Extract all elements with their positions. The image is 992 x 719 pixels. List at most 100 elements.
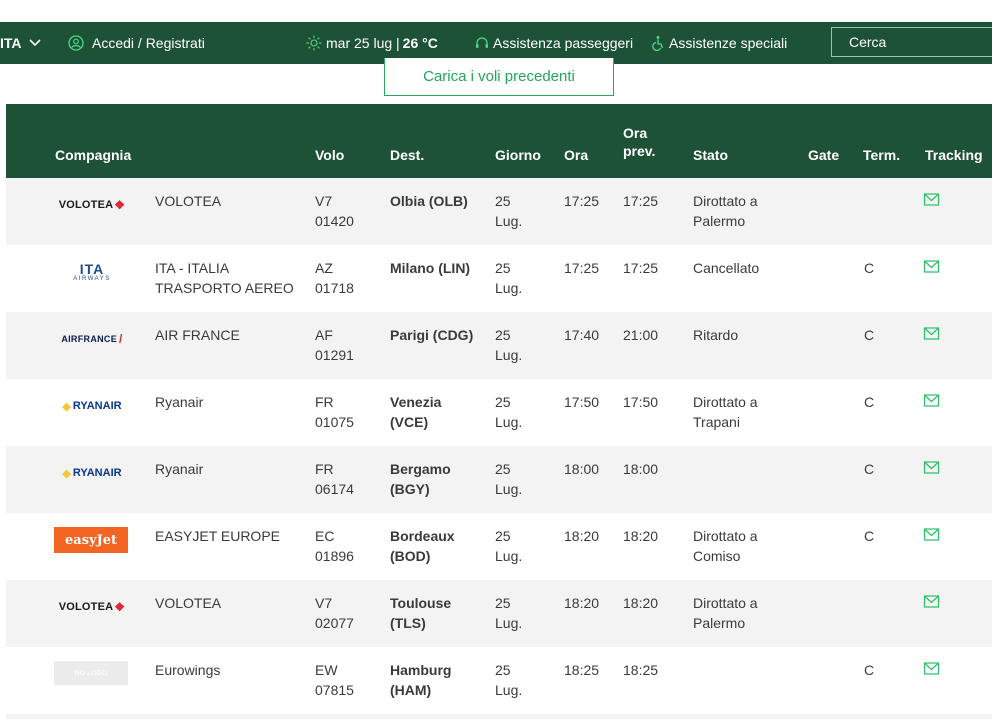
table-row[interactable]: AIRFRANCE / AIR FRANCE AF 01291 Parigi (CD…: [6, 312, 992, 379]
table-row[interactable]: ITA AIRWAYS ITA - ITALIA TRASPORTO AEREO A…: [6, 245, 992, 312]
tracking-icon[interactable]: [923, 259, 941, 280]
flight-day: 25 Lug.: [495, 260, 523, 296]
flight-status: Dirottato a Comiso: [693, 528, 758, 564]
col-status: Stato: [693, 147, 728, 163]
language-selector[interactable]: ITA: [0, 22, 42, 64]
flight-day: 25 Lug.: [495, 461, 523, 497]
table-row[interactable]: VOLOTEA ❖ VOLOTEA V7 01420 Olbia (OLB) 25 L…: [6, 178, 992, 245]
terminal: C: [864, 327, 875, 343]
user-icon: [68, 35, 84, 51]
flight-day: 25 Lug.: [495, 327, 523, 363]
table-row[interactable]: ◆ RYANAIR Ryanair FR 06174 Bergamo (BGY) 25…: [6, 446, 992, 513]
flight-number: FR 01075: [315, 394, 354, 430]
language-label: ITA: [0, 35, 22, 51]
flight-status: Dirottato a Trapani: [693, 394, 758, 430]
scheduled-time: 17:50: [564, 394, 600, 410]
airline-logo: easyJet: [54, 527, 128, 553]
table-row[interactable]: ◆ RYANAIR Ryanair FR 01075 Venezia (VCE) 25…: [6, 379, 992, 446]
flight-number: EC 01896: [315, 528, 354, 564]
col-expected: Ora prev.: [623, 124, 655, 160]
destination: Toulouse (TLS): [390, 595, 452, 631]
scheduled-time: 18:00: [564, 461, 600, 477]
expected-time: 17:25: [623, 193, 659, 209]
terminal: C: [864, 461, 875, 477]
scheduled-time: 17:25: [564, 193, 600, 209]
tracking-icon[interactable]: [923, 460, 941, 481]
destination: Olbia (OLB): [390, 193, 468, 209]
accessibility-icon: [652, 36, 664, 51]
expected-time: 17:50: [623, 394, 659, 410]
table-row[interactable]: VOLOTEA ❖ VOLOTEA V7 02077 Toulouse (TLS) 2…: [6, 580, 992, 647]
flight-number: AZ 01718: [315, 260, 354, 296]
terminal: C: [864, 528, 875, 544]
destination: Hamburg (HAM): [390, 662, 452, 698]
airline-logo: VOLOTEA ❖: [58, 600, 126, 614]
flight-number: AF 01291: [315, 327, 354, 363]
terminal: C: [864, 662, 875, 678]
table-row[interactable]: NO LOGO Eurowings EW 07815 Hamburg (HAM) 2…: [6, 647, 992, 714]
flight-number: EW 07815: [315, 662, 354, 698]
col-expected-line1: Ora: [623, 125, 648, 141]
flight-day: 25 Lug.: [495, 662, 523, 698]
search-input[interactable]: Cerca: [831, 27, 992, 57]
flight-number: V7 01420: [315, 193, 354, 229]
scheduled-time: 17:40: [564, 327, 600, 343]
assistance-label: Assistenza passeggeri: [493, 35, 634, 51]
tracking-icon[interactable]: [923, 527, 941, 548]
destination: Venezia (VCE): [390, 394, 442, 430]
terminal: C: [864, 394, 875, 410]
sun-icon: [306, 35, 322, 51]
airline-name: VOLOTEA: [155, 193, 222, 209]
airline-logo: NO LOGO: [54, 661, 128, 685]
airline-name: EASYJET EUROPE: [155, 528, 281, 544]
table-row[interactable]: easyJet EASYJET EUROPE EC 01896 Bordeaux(…: [6, 513, 992, 580]
flight-status: Dirottato a Palermo: [693, 595, 758, 631]
load-previous-label: Carica i voli precedenti: [423, 68, 575, 85]
col-time: Ora: [564, 147, 589, 163]
airline-logo: ◆ RYANAIR: [62, 467, 122, 480]
tracking-icon[interactable]: [923, 326, 941, 347]
scheduled-time: 18:20: [564, 595, 600, 611]
table-row: [6, 714, 992, 719]
flight-day: 25 Lug.: [495, 394, 523, 430]
col-terminal: Term.: [863, 147, 901, 163]
flight-number: V7 02077: [315, 595, 354, 631]
terminal: C: [864, 260, 875, 276]
tracking-icon[interactable]: [923, 393, 941, 414]
scheduled-time: 18:25: [564, 662, 600, 678]
tracking-icon[interactable]: [923, 661, 941, 682]
special-assistance-label: Assistenze speciali: [669, 35, 788, 51]
headset-icon: [476, 37, 488, 48]
expected-time: 18:20: [623, 595, 659, 611]
tracking-icon[interactable]: [923, 594, 941, 615]
airline-name: ITA - ITALIA TRASPORTO AEREO: [155, 260, 294, 296]
search-placeholder: Cerca: [849, 34, 887, 50]
login-link[interactable]: Accedi / Registrati: [68, 22, 205, 64]
airline-logo: AIRFRANCE /: [61, 332, 123, 346]
flight-day: 25 Lug.: [495, 528, 523, 564]
expected-time: 17:25: [623, 260, 659, 276]
flights-table-header: Compagnia Volo Dest. Giorno Ora Ora prev…: [6, 104, 992, 178]
flight-number: FR 06174: [315, 461, 354, 497]
col-tracking: Tracking: [925, 147, 983, 163]
tracking-icon[interactable]: [923, 192, 941, 213]
expected-time: 18:20: [623, 528, 659, 544]
airline-name: AIR FRANCE: [155, 327, 240, 343]
col-flight: Volo: [315, 147, 345, 163]
destination: Milano (LIN): [390, 260, 471, 276]
flight-day: 25 Lug.: [495, 595, 523, 631]
flight-day: 25 Lug.: [495, 193, 523, 229]
flight-status: Dirottato a Palermo: [693, 193, 758, 229]
destination: Bergamo (BGY): [390, 461, 451, 497]
special-assistance-link[interactable]: Assistenze speciali: [650, 22, 787, 64]
col-gate: Gate: [808, 147, 840, 163]
airline-name: Ryanair: [155, 394, 204, 410]
login-label: Accedi / Registrati: [92, 35, 205, 51]
expected-time: 18:00: [623, 461, 659, 477]
expected-time: 21:00: [623, 327, 659, 343]
load-previous-flights-button[interactable]: Carica i voli precedenti: [384, 58, 614, 96]
scheduled-time: 17:25: [564, 260, 600, 276]
destination: Bordeaux (BOD): [390, 528, 455, 564]
airline-name: Ryanair: [155, 461, 204, 477]
col-destination: Dest.: [390, 147, 425, 163]
